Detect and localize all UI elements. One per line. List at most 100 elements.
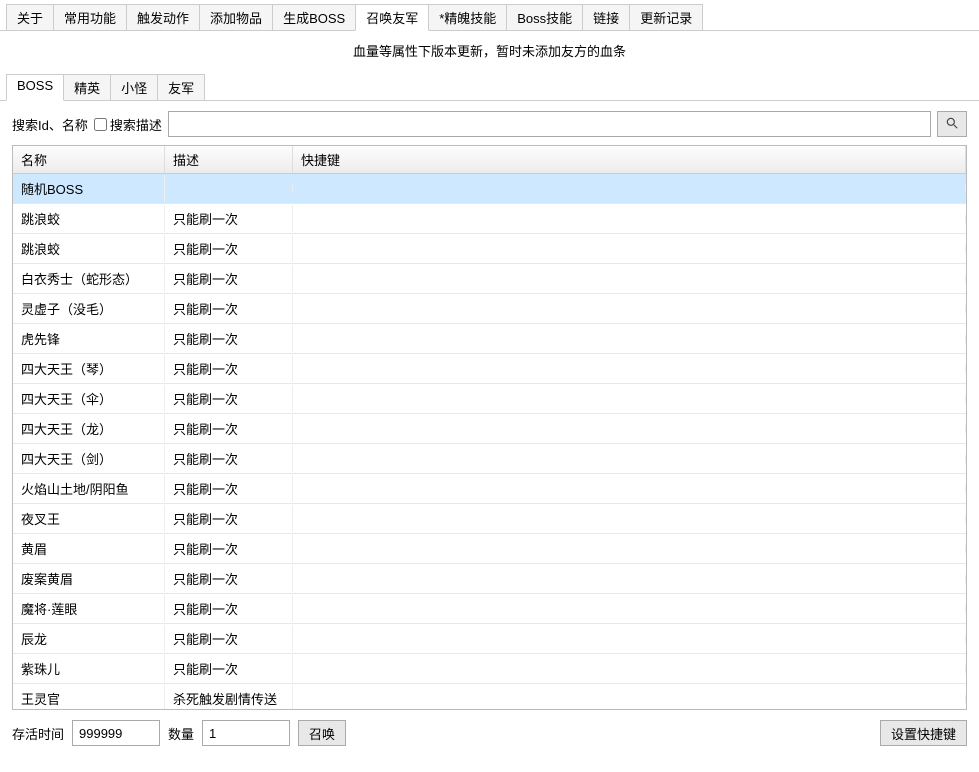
sub-tab-2[interactable]: 小怪 [110,74,158,100]
cell-name: 辰龙 [13,625,165,652]
table-header: 名称 描述 快捷键 [13,146,966,174]
search-desc-checkbox[interactable] [94,118,107,131]
cell-name: 灵虚子（没毛） [13,295,165,322]
table-row[interactable]: 夜叉王只能刷一次 [13,504,966,534]
cell-name: 四大天王（伞） [13,385,165,412]
table-row[interactable]: 王灵官杀死触发剧情传送 [13,684,966,709]
col-header-key[interactable]: 快捷键 [293,146,966,173]
cell-desc: 杀死触发剧情传送 [165,685,293,709]
summon-button[interactable]: 召唤 [298,720,346,746]
cell-desc: 只能刷一次 [165,595,293,622]
top-tab-4[interactable]: 生成BOSS [272,4,356,30]
cell-name: 紫珠儿 [13,655,165,682]
table-row[interactable]: 四大天王（琴）只能刷一次 [13,354,966,384]
table-row[interactable]: 灵虚子（没毛）只能刷一次 [13,294,966,324]
table-row[interactable]: 火焰山土地/阴阳鱼只能刷一次 [13,474,966,504]
qty-label: 数量 [168,724,194,743]
search-icon [945,116,959,133]
cell-key [293,485,966,493]
cell-name: 跳浪蛟 [13,235,165,262]
cell-desc: 只能刷一次 [165,295,293,322]
cell-desc: 只能刷一次 [165,235,293,262]
cell-desc: 只能刷一次 [165,205,293,232]
table-row[interactable]: 四大天王（龙）只能刷一次 [13,414,966,444]
table-body[interactable]: 随机BOSS跳浪蛟只能刷一次跳浪蛟只能刷一次白衣秀士（蛇形态）只能刷一次灵虚子（… [13,174,966,709]
life-label: 存活时间 [12,724,64,743]
top-tab-8[interactable]: 链接 [582,4,630,30]
cell-name: 夜叉王 [13,505,165,532]
table-row[interactable]: 四大天王（伞）只能刷一次 [13,384,966,414]
top-tab-6[interactable]: *精魄技能 [428,4,507,30]
cell-key [293,665,966,673]
cell-desc: 只能刷一次 [165,505,293,532]
cell-name: 王灵官 [13,685,165,709]
table-row[interactable]: 跳浪蛟只能刷一次 [13,204,966,234]
cell-key [293,695,966,703]
notice-text: 血量等属性下版本更新，暂时未添加友方的血条 [0,31,979,70]
cell-desc: 只能刷一次 [165,265,293,292]
cell-desc: 只能刷一次 [165,565,293,592]
top-tab-0[interactable]: 关于 [6,4,54,30]
cell-key [293,575,966,583]
cell-name: 废案黄眉 [13,565,165,592]
col-header-desc[interactable]: 描述 [165,146,293,173]
table-row[interactable]: 紫珠儿只能刷一次 [13,654,966,684]
cell-desc: 只能刷一次 [165,625,293,652]
cell-key [293,215,966,223]
table-row[interactable]: 废案黄眉只能刷一次 [13,564,966,594]
table-row[interactable]: 魔将·莲眼只能刷一次 [13,594,966,624]
cell-desc: 只能刷一次 [165,475,293,502]
cell-key [293,515,966,523]
cell-desc: 只能刷一次 [165,385,293,412]
search-desc-checkbox-wrap[interactable]: 搜索描述 [94,115,162,134]
cell-name: 黄眉 [13,535,165,562]
cell-desc: 只能刷一次 [165,355,293,382]
top-tab-2[interactable]: 触发动作 [126,4,200,30]
top-tab-1[interactable]: 常用功能 [53,4,127,30]
qty-input[interactable] [202,720,290,746]
table-row[interactable]: 四大天王（剑）只能刷一次 [13,444,966,474]
search-button[interactable] [937,111,967,137]
top-tab-3[interactable]: 添加物品 [199,4,273,30]
cell-key [293,305,966,313]
cell-desc [165,185,293,193]
cell-name: 魔将·莲眼 [13,595,165,622]
cell-key [293,545,966,553]
sub-tab-0[interactable]: BOSS [6,74,64,101]
col-header-name[interactable]: 名称 [13,146,165,173]
cell-desc: 只能刷一次 [165,535,293,562]
table-row[interactable]: 随机BOSS [13,174,966,204]
cell-key [293,425,966,433]
cell-desc: 只能刷一次 [165,415,293,442]
search-input[interactable] [168,111,931,137]
cell-name: 四大天王（琴） [13,355,165,382]
life-input[interactable] [72,720,160,746]
cell-name: 四大天王（剑） [13,445,165,472]
table-row[interactable]: 辰龙只能刷一次 [13,624,966,654]
cell-key [293,245,966,253]
table-row[interactable]: 跳浪蛟只能刷一次 [13,234,966,264]
table-row[interactable]: 白衣秀士（蛇形态）只能刷一次 [13,264,966,294]
cell-desc: 只能刷一次 [165,445,293,472]
search-label: 搜索Id、名称 [12,115,88,134]
sub-tab-1[interactable]: 精英 [63,74,111,100]
cell-name: 白衣秀士（蛇形态） [13,265,165,292]
cell-key [293,395,966,403]
cell-key [293,635,966,643]
cell-desc: 只能刷一次 [165,655,293,682]
cell-key [293,605,966,613]
cell-name: 虎先锋 [13,325,165,352]
cell-key [293,275,966,283]
top-tab-9[interactable]: 更新记录 [629,4,703,30]
cell-key [293,365,966,373]
cell-name: 四大天王（龙） [13,415,165,442]
top-tab-5[interactable]: 召唤友军 [355,4,429,31]
cell-key [293,455,966,463]
table-row[interactable]: 虎先锋只能刷一次 [13,324,966,354]
table-row[interactable]: 黄眉只能刷一次 [13,534,966,564]
sub-tab-3[interactable]: 友军 [157,74,205,100]
top-tab-7[interactable]: Boss技能 [506,4,583,30]
cell-name: 火焰山土地/阴阳鱼 [13,475,165,502]
set-hotkey-button[interactable]: 设置快捷键 [880,720,967,746]
cell-name: 跳浪蛟 [13,205,165,232]
